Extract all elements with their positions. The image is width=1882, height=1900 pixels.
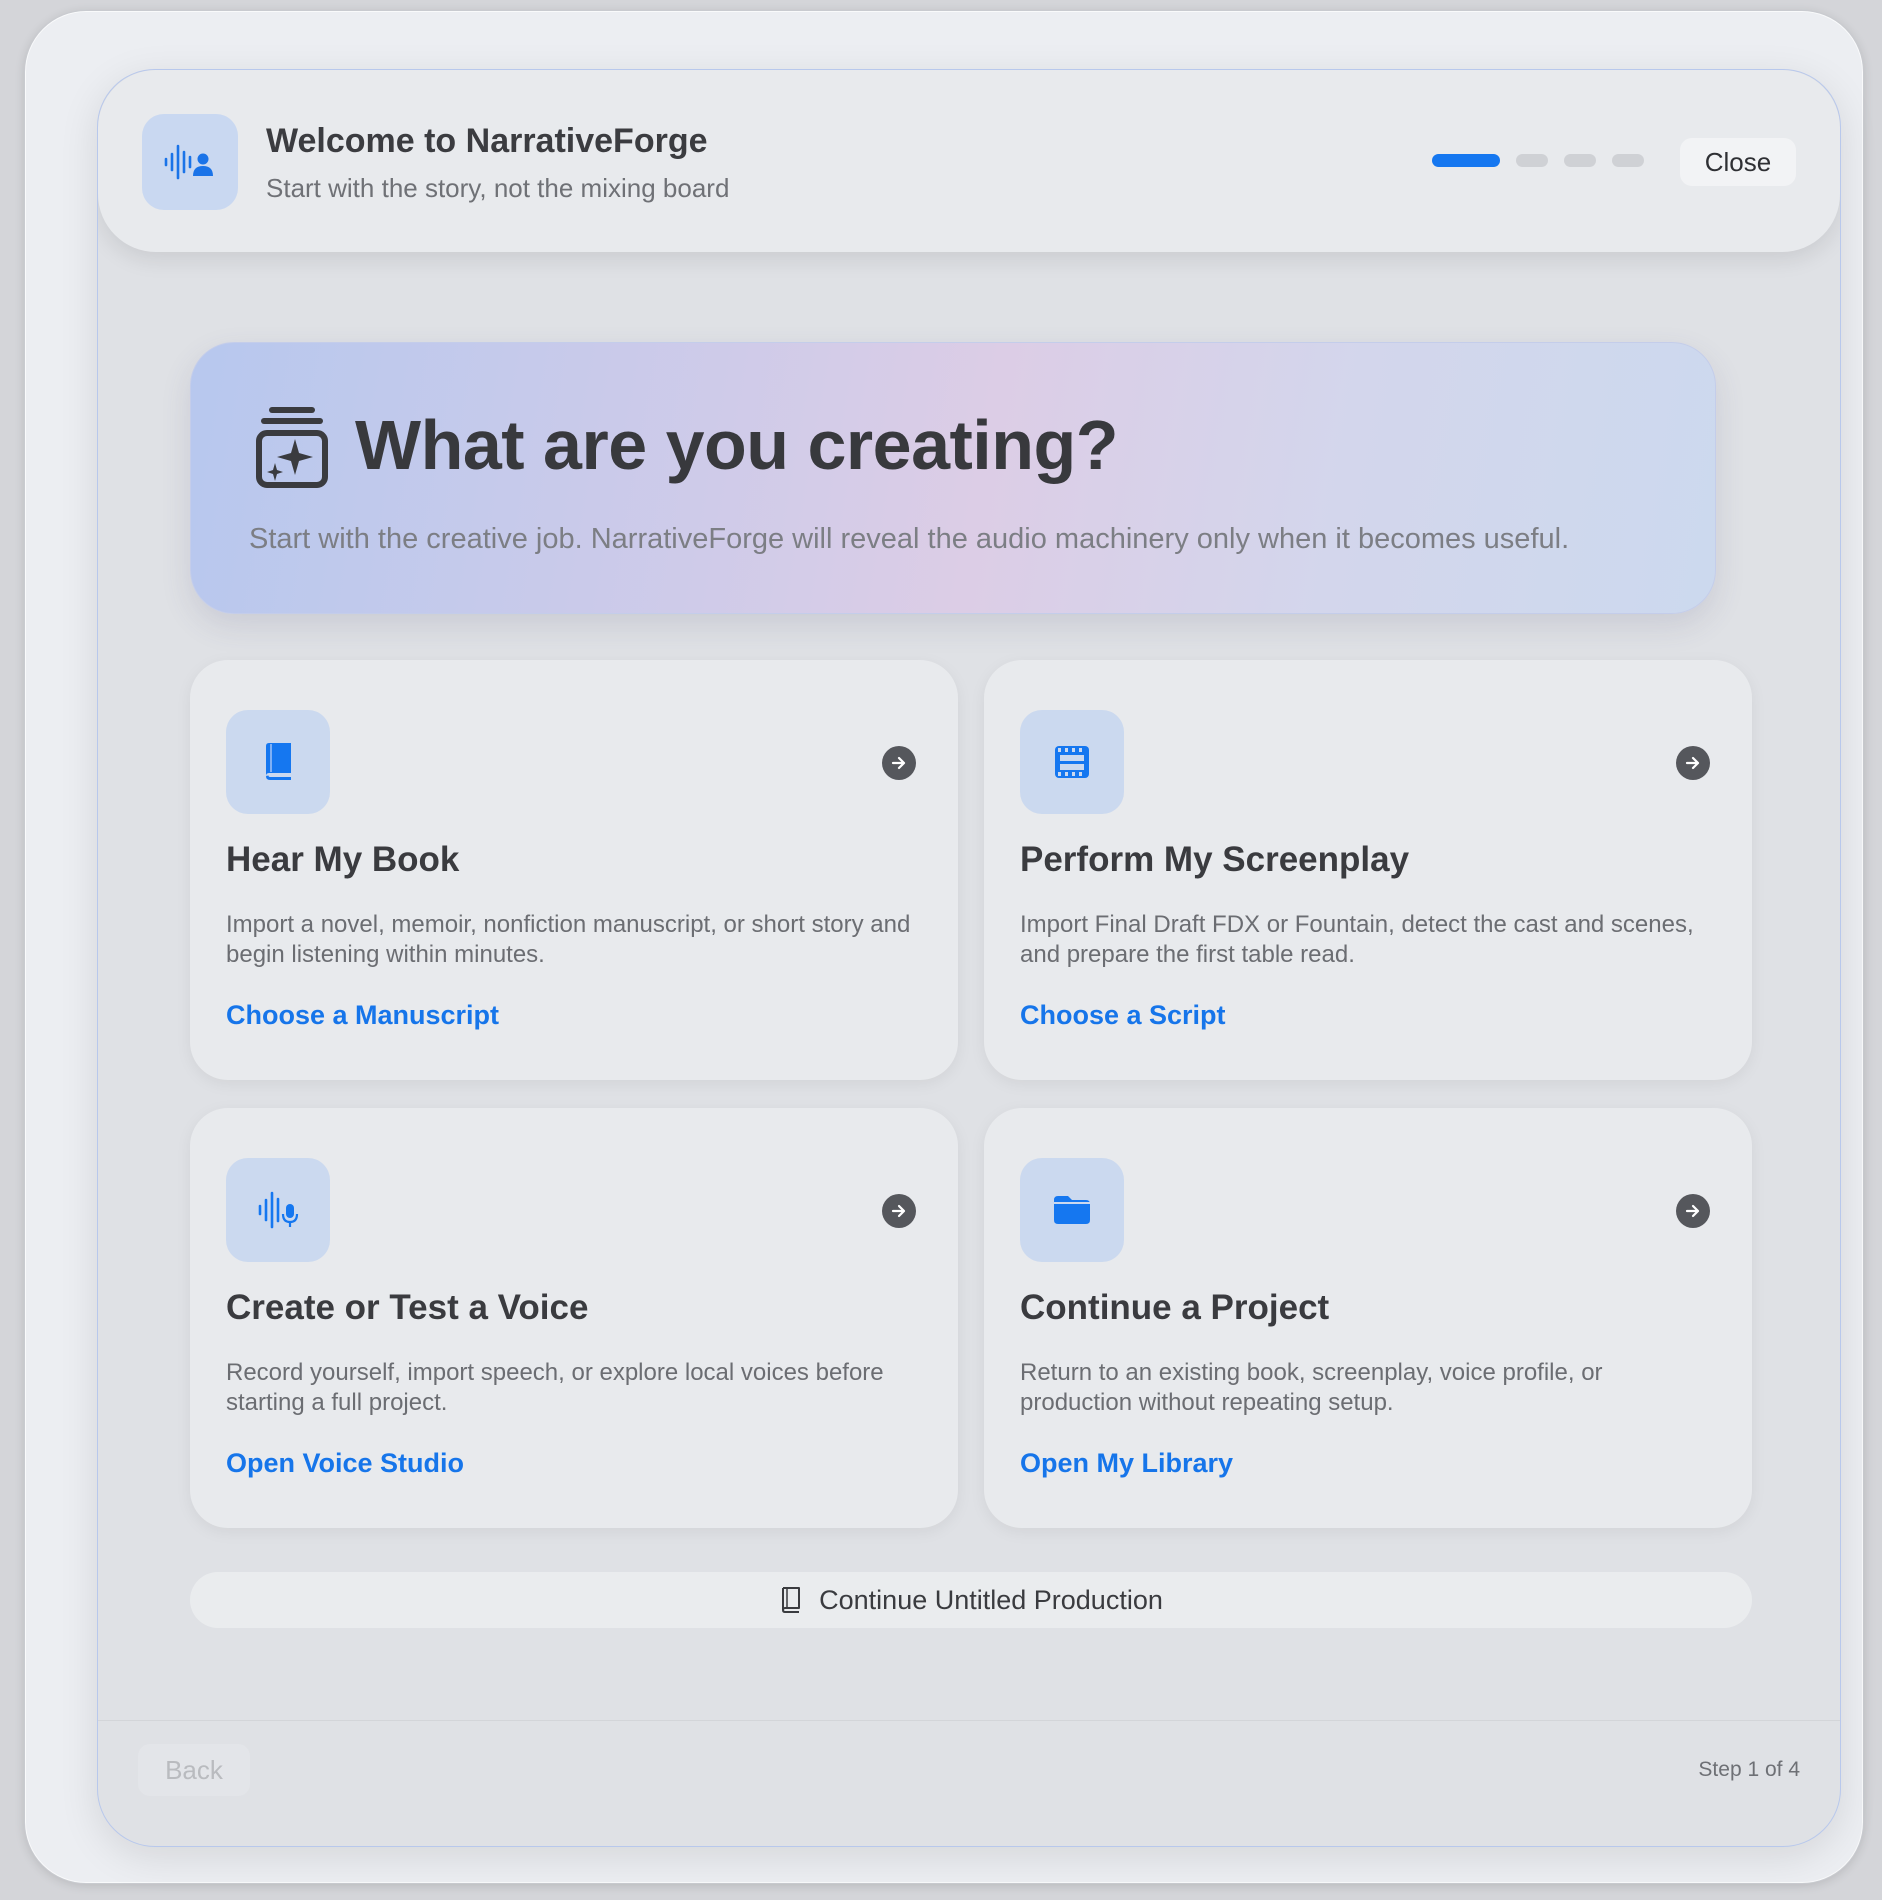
onboarding-window: Welcome to NarrativeForge Start with the…	[24, 10, 1864, 1884]
card-description: Return to an existing book, screenplay, …	[1020, 1359, 1603, 1416]
choose-manuscript-link[interactable]: Choose a Manuscript	[226, 1000, 499, 1031]
step-indicator-label: Step 1 of 4	[1698, 1758, 1800, 1781]
card-create-or-test-voice[interactable]: Create or Test a Voice Record yourself, …	[190, 1108, 958, 1528]
waveform-mic-icon	[258, 1191, 299, 1229]
card-description: Import a novel, memoir, nonfiction manus…	[226, 911, 911, 968]
onboarding-sheet: Welcome to NarrativeForge Start with the…	[97, 69, 1841, 1847]
arrow-right-circle-icon	[1676, 746, 1710, 780]
card-title: Continue a Project	[1020, 1288, 1330, 1327]
card-continue-project[interactable]: Continue a Project Return to an existing…	[984, 1108, 1752, 1528]
open-my-library-link[interactable]: Open My Library	[1020, 1448, 1233, 1479]
app-icon	[142, 114, 238, 210]
hero-title: What are you creating?	[355, 406, 1119, 484]
card-title: Perform My Screenplay	[1020, 840, 1410, 879]
step-progress-dots	[1432, 154, 1644, 167]
waveform-person-icon	[164, 144, 213, 180]
continue-production-label: Continue Untitled Production	[819, 1584, 1163, 1615]
book-outline-icon	[782, 1587, 801, 1613]
close-button[interactable]: Close	[1680, 138, 1796, 186]
card-title: Hear My Book	[226, 840, 460, 879]
card-hear-my-book[interactable]: Hear My Book Import a novel, memoir, non…	[190, 660, 958, 1080]
card-icon-tile	[1020, 710, 1124, 814]
back-button[interactable]: Back	[138, 1744, 250, 1796]
arrow-right-circle-icon	[1676, 1194, 1710, 1228]
page-title: Welcome to NarrativeForge	[266, 122, 708, 160]
continue-untitled-production-button[interactable]: Continue Untitled Production	[190, 1572, 1752, 1628]
card-icon-tile	[226, 1158, 330, 1262]
book-icon	[266, 743, 291, 780]
arrow-right-circle-icon	[882, 746, 916, 780]
page-subtitle: Start with the story, not the mixing boa…	[266, 173, 730, 203]
card-icon-tile	[1020, 1158, 1124, 1262]
card-icon-tile	[226, 710, 330, 814]
step-dot-1	[1432, 154, 1500, 167]
step-dot-2	[1516, 154, 1548, 167]
card-description: Import Final Draft FDX or Fountain, dete…	[1020, 911, 1694, 968]
arrow-right-circle-icon	[882, 1194, 916, 1228]
card-perform-my-screenplay[interactable]: Perform My Screenplay Import Final Draft…	[984, 660, 1752, 1080]
step-dot-4	[1612, 154, 1644, 167]
choose-script-link[interactable]: Choose a Script	[1020, 1000, 1226, 1031]
footer-divider	[98, 1720, 1840, 1721]
folder-icon	[1054, 1196, 1090, 1224]
hero-subtitle: Start with the creative job. NarrativeFo…	[249, 523, 1570, 555]
sheet-header: Welcome to NarrativeForge Start with the…	[98, 70, 1840, 252]
hero-banner: What are you creating? Start with the cr…	[190, 342, 1716, 614]
sparkle-stack-icon	[256, 407, 328, 488]
card-description: Record yourself, import speech, or explo…	[226, 1359, 884, 1416]
film-icon	[1055, 746, 1089, 778]
card-title: Create or Test a Voice	[226, 1288, 589, 1327]
open-voice-studio-link[interactable]: Open Voice Studio	[226, 1448, 464, 1479]
step-dot-3	[1564, 154, 1596, 167]
